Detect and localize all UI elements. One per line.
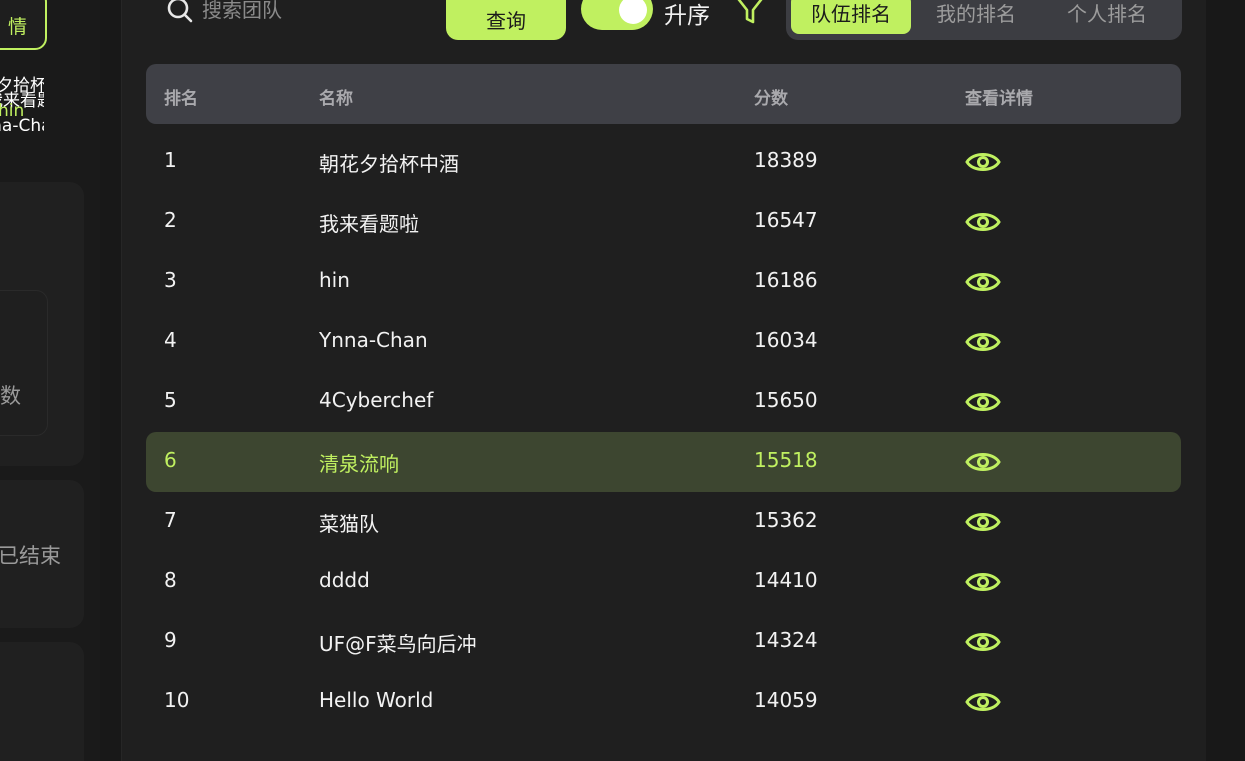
query-button[interactable]: 查询: [446, 0, 566, 40]
search-input[interactable]: [202, 0, 402, 22]
right-gutter: [1206, 0, 1245, 761]
eye-icon[interactable]: [965, 625, 1001, 659]
tab-label: 队伍排名: [811, 1, 891, 26]
table-row: 8 dddd 14410: [146, 552, 1181, 612]
row-name: 4Cyberchef: [319, 388, 434, 412]
eye-icon[interactable]: [965, 385, 1001, 419]
row-name: UF@F菜鸟向后冲: [319, 632, 477, 656]
table-row: 10 Hello World 14059: [146, 672, 1181, 732]
stat-card: 数: [0, 182, 84, 466]
table-row: 7 菜猫队 15362: [146, 492, 1181, 552]
row-score: 15518: [754, 448, 818, 472]
header-detail: 查看详情: [965, 89, 1033, 109]
eye-icon[interactable]: [965, 505, 1001, 539]
detail-button[interactable]: 情: [0, 0, 47, 50]
detail-button-label: 情: [7, 15, 27, 38]
row-rank: 1: [164, 148, 177, 172]
row-rank: 3: [164, 268, 177, 292]
status-card: 已结束: [0, 480, 84, 628]
eye-icon[interactable]: [965, 445, 1001, 479]
row-score: 16547: [754, 208, 818, 232]
tab-individual-ranking[interactable]: 个人排名: [1041, 0, 1173, 34]
row-score: 14059: [754, 688, 818, 712]
stat-card-inner: [0, 290, 48, 436]
tab-label: 我的排名: [936, 1, 1016, 26]
row-name: dddd: [319, 568, 370, 592]
stat-card-label: 数: [0, 384, 21, 408]
row-score: 16034: [754, 328, 818, 352]
info-card: [0, 642, 84, 761]
table-row: 9 UF@F菜鸟向后冲 14324: [146, 612, 1181, 672]
table-row: 4 Ynna-Chan 16034: [146, 312, 1181, 372]
row-rank: 4: [164, 328, 177, 352]
eye-icon[interactable]: [965, 685, 1001, 719]
tab-my-ranking[interactable]: 我的排名: [911, 0, 1041, 34]
row-rank: 2: [164, 208, 177, 232]
app-root: 情 夕拾杯 我来看题啦 hin Ynna-Chan 数 已结束 查询 升序: [0, 0, 1245, 761]
table-row: 3 hin 16186: [146, 252, 1181, 312]
row-rank: 8: [164, 568, 177, 592]
header-name: 名称: [319, 89, 353, 109]
row-rank: 6: [164, 448, 177, 472]
row-score: 14410: [754, 568, 818, 592]
eye-icon[interactable]: [965, 565, 1001, 599]
query-button-label: 查询: [486, 8, 526, 33]
filter-icon[interactable]: [733, 0, 767, 26]
row-name: 菜猫队: [319, 512, 379, 536]
row-name: hin: [319, 268, 350, 292]
row-rank: 7: [164, 508, 177, 532]
row-name: 朝花夕拾杯中酒: [319, 152, 459, 176]
eye-icon[interactable]: [965, 265, 1001, 299]
row-score: 15650: [754, 388, 818, 412]
table-row-highlighted: 6 清泉流响 15518: [146, 432, 1181, 492]
header-score: 分数: [754, 89, 788, 109]
search-icon: [167, 0, 193, 23]
toggle-knob: [619, 0, 647, 24]
tab-team-ranking[interactable]: 队伍排名: [791, 0, 911, 34]
sidebar: 情 夕拾杯 我来看题啦 hin Ynna-Chan 数 已结束: [0, 0, 100, 761]
row-score: 16186: [754, 268, 818, 292]
status-card-label: 已结束: [0, 544, 61, 568]
sort-order-label: 升序: [664, 3, 710, 29]
sort-order-toggle[interactable]: [581, 0, 653, 30]
eye-icon[interactable]: [965, 205, 1001, 239]
table-row: 5 4Cyberchef 15650: [146, 372, 1181, 432]
row-rank: 5: [164, 388, 177, 412]
table-row: 1 朝花夕拾杯中酒 18389: [146, 132, 1181, 192]
eye-icon[interactable]: [965, 325, 1001, 359]
row-score: 14324: [754, 628, 818, 652]
row-name: 我来看题啦: [319, 212, 419, 236]
overlapping-team-names: 夕拾杯 我来看题啦 hin Ynna-Chan: [0, 76, 44, 142]
row-score: 15362: [754, 508, 818, 532]
search-box[interactable]: [166, 0, 402, 32]
tab-label: 个人排名: [1067, 1, 1147, 26]
overlap-line: Ynna-Chan: [0, 116, 44, 136]
row-rank: 9: [164, 628, 177, 652]
ranking-tabs: 队伍排名 我的排名 个人排名: [786, 0, 1182, 40]
table-header: 排名 名称 分数 查看详情: [146, 64, 1181, 124]
table-row: 2 我来看题啦 16547: [146, 192, 1181, 252]
row-name: 清泉流响: [319, 452, 399, 476]
eye-icon[interactable]: [965, 145, 1001, 179]
row-rank: 10: [164, 688, 190, 712]
row-name: Hello World: [319, 688, 434, 712]
row-score: 18389: [754, 148, 818, 172]
row-name: Ynna-Chan: [319, 328, 428, 352]
header-rank: 排名: [164, 89, 198, 109]
